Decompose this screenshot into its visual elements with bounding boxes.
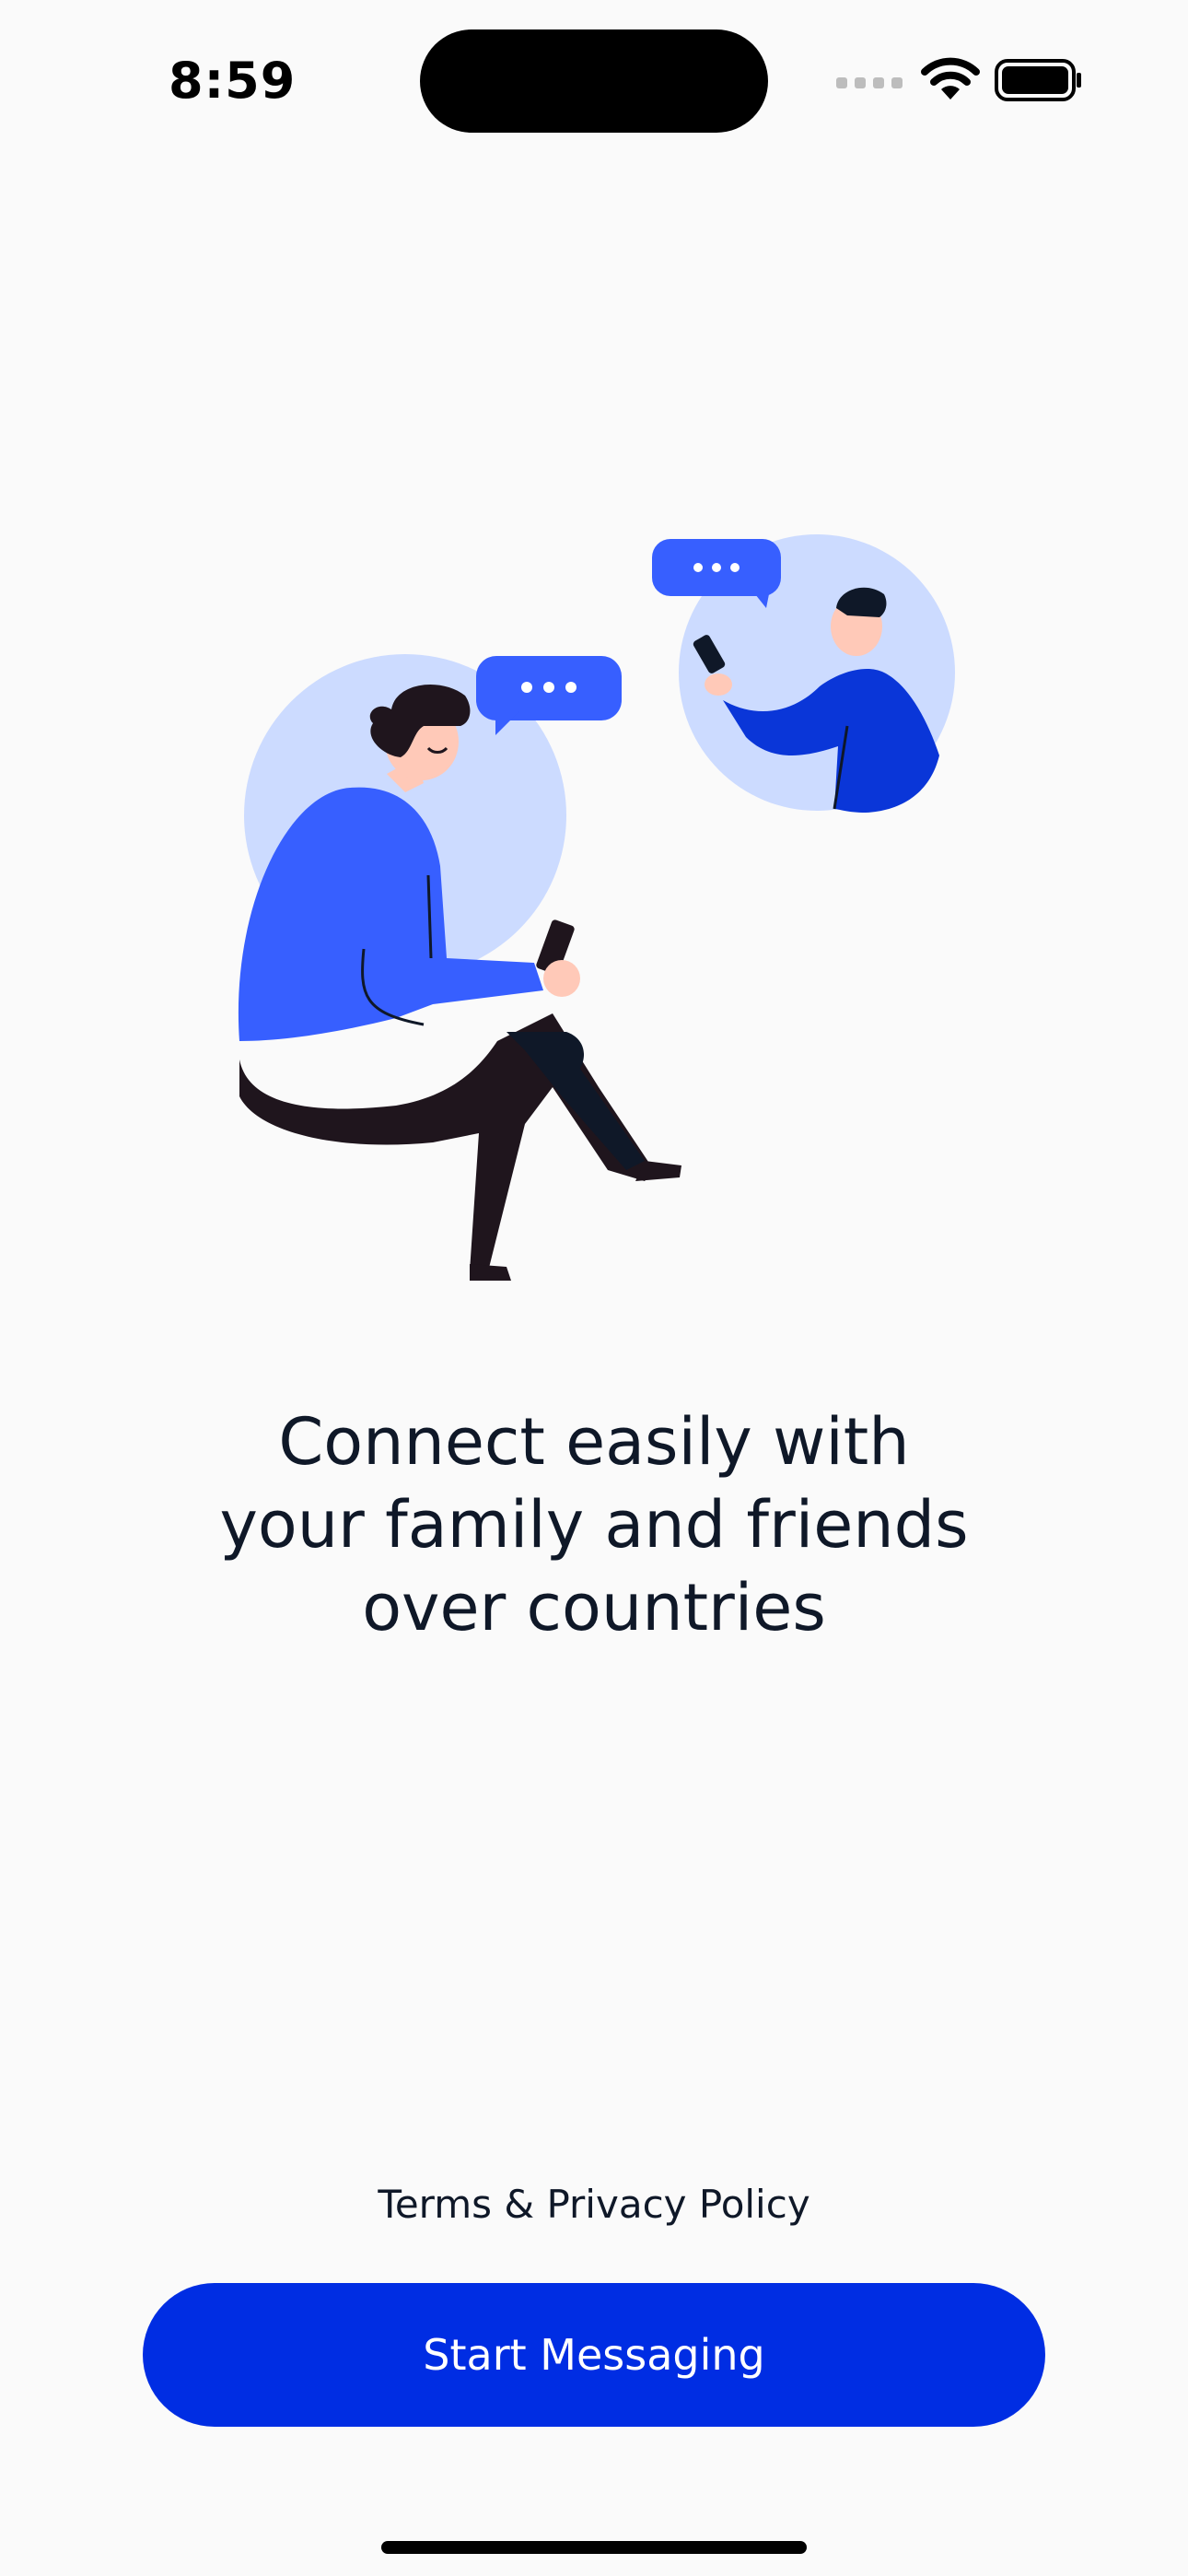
people-chatting-illustration — [238, 534, 955, 1281]
onboarding-headline: Connect easily with your family and frie… — [138, 1400, 1050, 1649]
wifi-icon — [921, 57, 980, 100]
headline-line: your family and friends — [219, 1487, 969, 1563]
battery-icon — [995, 59, 1081, 101]
dynamic-island — [420, 29, 768, 133]
start-messaging-button[interactable]: Start Messaging — [143, 2283, 1045, 2427]
status-time: 8:59 — [169, 52, 297, 110]
chat-bubble-icon — [476, 656, 622, 735]
cellular-signal-icon — [836, 77, 903, 88]
headline-line: over countries — [362, 1570, 826, 1645]
headline-line: Connect easily with — [278, 1404, 910, 1480]
terms-privacy-link[interactable]: Terms & Privacy Policy — [276, 2182, 912, 2227]
home-indicator[interactable] — [381, 2541, 807, 2554]
status-icons — [836, 57, 1085, 103]
